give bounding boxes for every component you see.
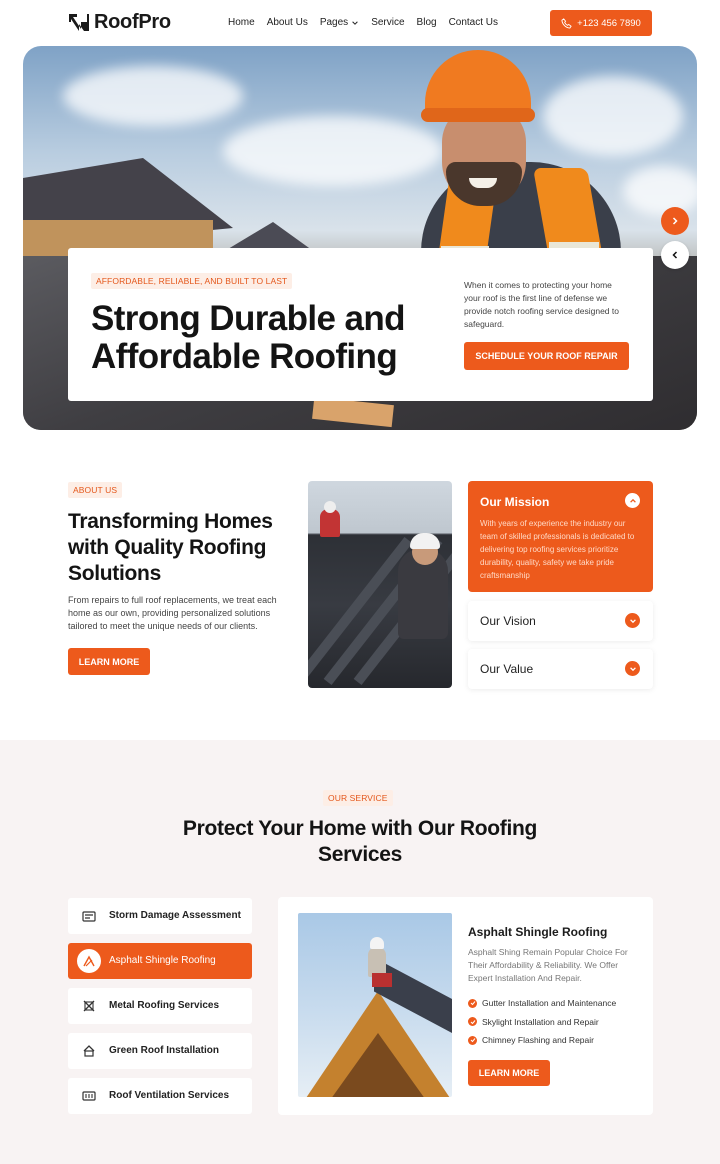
nav-contact-us[interactable]: Contact Us — [449, 17, 498, 28]
service-roof-ventilation[interactable]: Roof Ventilation Services — [68, 1078, 252, 1114]
list-item: Gutter Installation and Maintenance — [468, 994, 616, 1013]
hero-cloud — [63, 66, 243, 126]
accordion-text: With years of experience the industry ou… — [480, 519, 635, 580]
service-storm-damage[interactable]: Storm Damage Assessment — [68, 898, 252, 934]
about-description: From repairs to full roof replacements, … — [68, 595, 277, 631]
chevron-down-icon — [629, 618, 636, 623]
chevron-down-icon — [629, 666, 636, 671]
accordion-title: Our Value — [480, 662, 534, 676]
list-item: Chimney Flashing and Repair — [468, 1031, 616, 1050]
hero-description: When it comes to protecting your home yo… — [464, 280, 619, 329]
check-icon — [468, 1017, 477, 1027]
collapse-toggle[interactable] — [625, 493, 640, 508]
roof-gable-inner — [328, 1033, 428, 1097]
service-label: Asphalt Shingle Roofing — [109, 955, 216, 966]
about-tag: ABOUT US — [68, 482, 123, 498]
main-menu: Home About Us Pages Service Blog Contact… — [228, 17, 498, 28]
accordion-vision[interactable]: Our Vision — [468, 601, 653, 641]
slider-prev-button[interactable] — [661, 241, 689, 269]
expand-toggle[interactable] — [625, 613, 640, 628]
accordion-title: Our Mission — [480, 495, 550, 509]
storm-damage-icon — [81, 908, 97, 924]
chevron-down-icon — [352, 20, 358, 25]
list-item: Skylight Installation and Repair — [468, 1013, 616, 1032]
service-detail-description: Asphalt Shing Remain Popular Choice For … — [468, 947, 628, 983]
service-photo — [298, 913, 452, 1097]
feature-label: Gutter Installation and Maintenance — [482, 998, 617, 1009]
expand-toggle[interactable] — [625, 661, 640, 676]
accordion-mission[interactable]: Our Mission With years of experience the… — [468, 481, 653, 592]
hero-tag: AFFORDABLE, RELIABLE, AND BUILT TO LAST — [91, 273, 293, 289]
top-navigation: RoofPro Home About Us Pages Service Blog… — [0, 0, 720, 46]
nav-about-us[interactable]: About Us — [267, 17, 308, 28]
chevron-left-icon — [672, 251, 678, 259]
brand-name: RoofPro — [94, 10, 171, 33]
hero-cloud — [543, 76, 683, 156]
service-detail-card: Asphalt Shingle Roofing Asphalt Shing Re… — [278, 897, 653, 1115]
hero-cloud — [623, 166, 697, 216]
service-label: Storm Damage Assessment — [109, 910, 241, 921]
roof-panel — [308, 537, 413, 685]
about-title: Transforming Homes with Quality Roofing … — [68, 510, 273, 585]
feature-label: Skylight Installation and Repair — [482, 1016, 599, 1027]
chevron-up-icon — [629, 498, 636, 503]
ventilation-icon — [81, 1088, 97, 1104]
accordion-value[interactable]: Our Value — [468, 649, 653, 689]
service-label: Metal Roofing Services — [109, 1000, 220, 1011]
nav-pages[interactable]: Pages — [320, 17, 359, 28]
nav-service[interactable]: Service — [371, 17, 404, 28]
about-learn-more-button[interactable]: LEARN MORE — [68, 648, 150, 675]
service-detail-title: Asphalt Shingle Roofing — [468, 925, 608, 939]
phone-icon — [561, 17, 572, 29]
service-metal-roofing[interactable]: Metal Roofing Services — [68, 988, 252, 1024]
worker-head — [324, 501, 336, 513]
check-icon — [468, 998, 477, 1008]
check-icon — [468, 1035, 477, 1045]
services-title: Protect Your Home with Our Roofing Servi… — [182, 817, 538, 866]
service-learn-more-button[interactable]: LEARN MORE — [468, 1060, 550, 1086]
worker-figure — [320, 509, 340, 537]
schedule-repair-button[interactable]: SCHEDULE YOUR ROOF REPAIR — [464, 342, 629, 370]
service-label: Green Roof Installation — [109, 1045, 220, 1056]
service-green-roof[interactable]: Green Roof Installation — [68, 1033, 252, 1069]
hero-title: Strong Durable and Affordable Roofing — [91, 299, 406, 376]
service-feature-list: Gutter Installation and Maintenance Skyl… — [468, 994, 616, 1050]
metal-roofing-icon — [81, 998, 97, 1014]
call-button[interactable]: +123 456 7890 — [550, 10, 652, 36]
worker-legs — [372, 973, 392, 987]
feature-label: Chimney Flashing and Repair — [482, 1035, 594, 1046]
phone-number: +123 456 7890 — [577, 17, 641, 29]
nav-pages-label: Pages — [319, 17, 349, 28]
chevron-right-icon — [672, 217, 678, 225]
shingle-roofing-icon — [77, 949, 101, 973]
green-roof-icon — [81, 1043, 97, 1059]
services-tag: OUR SERVICE — [323, 790, 393, 806]
nav-blog[interactable]: Blog — [417, 17, 437, 28]
about-photo — [308, 481, 452, 688]
hard-hat — [370, 937, 384, 949]
service-label: Roof Ventilation Services — [109, 1090, 230, 1101]
slider-next-button[interactable] — [661, 207, 689, 235]
nav-home[interactable]: Home — [228, 17, 255, 28]
roof-logo-icon — [69, 14, 89, 31]
service-asphalt-shingle[interactable]: Asphalt Shingle Roofing — [68, 943, 252, 979]
hard-hat-brim — [421, 108, 535, 122]
hero-card: AFFORDABLE, RELIABLE, AND BUILT TO LAST … — [68, 248, 653, 401]
accordion-title: Our Vision — [480, 614, 536, 628]
hard-hat — [410, 533, 440, 549]
brand-logo[interactable]: RoofPro — [67, 10, 171, 34]
